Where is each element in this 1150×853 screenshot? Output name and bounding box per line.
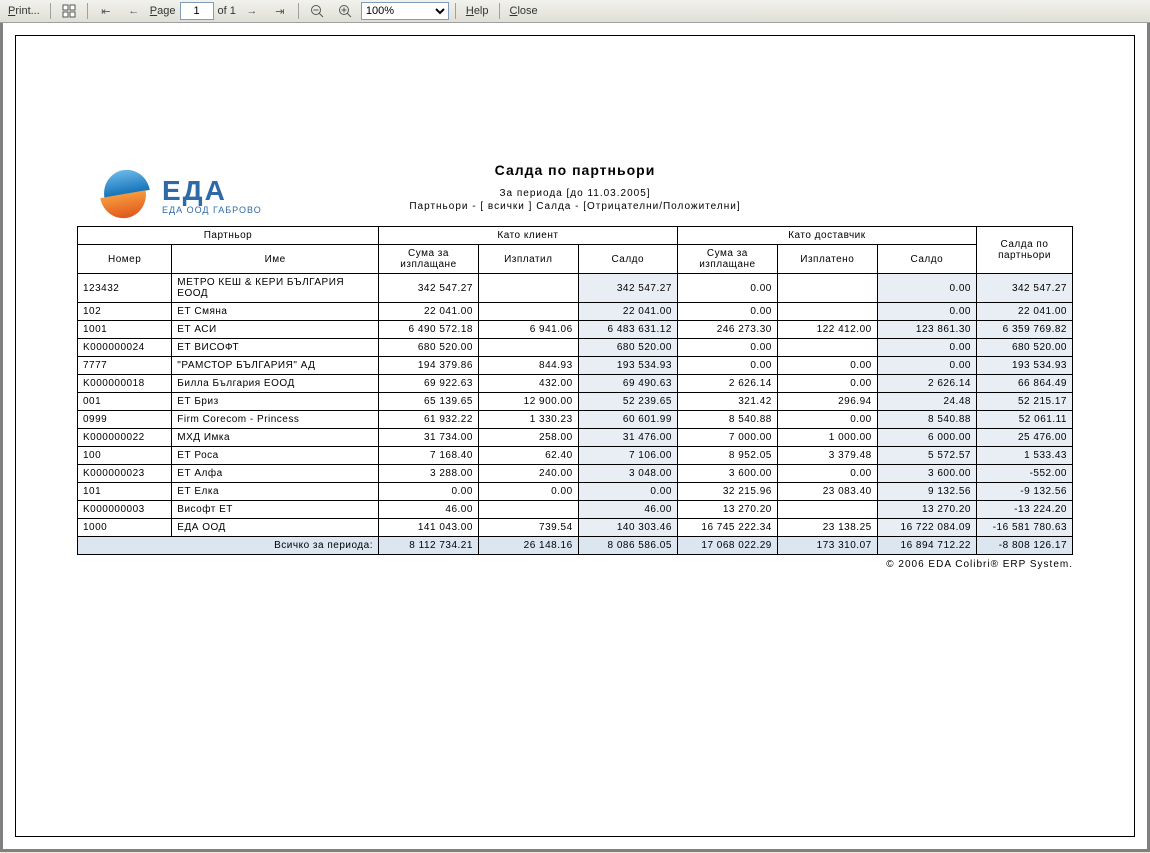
next-page-icon[interactable]: → bbox=[240, 3, 264, 19]
table-row: 100ЕТ Роса7 168.4062.407 106.008 952.053… bbox=[78, 447, 1073, 465]
logo-subtitle: ЕДА ООД ГАБРОВО bbox=[162, 205, 262, 215]
close-button[interactable]: Close bbox=[506, 5, 542, 17]
table-row: 101ЕТ Елка0.000.000.0032 215.9623 083.40… bbox=[78, 483, 1073, 501]
toolbar: Print... ⇤ ← Page of 1 → ⇥ 100% Help Clo… bbox=[0, 0, 1150, 23]
page-of-label: of 1 bbox=[218, 5, 236, 17]
table-row: 1001ЕТ АСИ6 490 572.186 941.066 483 631.… bbox=[78, 321, 1073, 339]
print-button[interactable]: Print... bbox=[4, 5, 44, 17]
table-row: 001ЕТ Бриз65 139.6512 900.0052 239.65321… bbox=[78, 393, 1073, 411]
logo: ЕДА ЕДА ООД ГАБРОВО bbox=[96, 166, 262, 226]
th-number: Номер bbox=[78, 245, 172, 274]
thumbnails-icon[interactable] bbox=[57, 3, 81, 19]
table-row: K000000003Висофт ЕТ46.0046.0013 270.2013… bbox=[78, 501, 1073, 519]
prev-page-icon[interactable]: ← bbox=[122, 3, 146, 19]
report-table: Партньор Като клиент Като доставчик Салд… bbox=[77, 226, 1073, 555]
th-name: Име bbox=[172, 245, 379, 274]
logo-icon bbox=[96, 166, 156, 226]
table-row: 0999Firm Corecom - Princess61 932.221 33… bbox=[78, 411, 1073, 429]
th-s-paid: Изплатено bbox=[777, 245, 877, 274]
th-s-bal: Салдо bbox=[877, 245, 976, 274]
last-page-icon[interactable]: ⇥ bbox=[268, 3, 292, 19]
zoom-select[interactable]: 100% bbox=[361, 2, 449, 20]
table-row: 1000ЕДА ООД141 043.00739.54140 303.4616 … bbox=[78, 519, 1073, 537]
table-row: 7777"РАМСТОР БЪЛГАРИЯ" АД194 379.86844.9… bbox=[78, 357, 1073, 375]
zoom-out-icon[interactable] bbox=[305, 3, 329, 19]
first-page-icon[interactable]: ⇤ bbox=[94, 3, 118, 19]
table-row: K000000022МХД Имка31 734.00258.0031 476.… bbox=[78, 429, 1073, 447]
page-label: Page bbox=[150, 5, 176, 17]
page-input[interactable] bbox=[180, 2, 214, 20]
preview-canvas: За отпечатване на отчета на избрания при… bbox=[0, 23, 1150, 852]
th-c-bal: Салдо bbox=[578, 245, 677, 274]
help-button[interactable]: Help bbox=[462, 5, 493, 17]
report-page: ЕДА ЕДА ООД ГАБРОВО Салда по партньори З… bbox=[15, 35, 1135, 837]
zoom-in-icon[interactable] bbox=[333, 3, 357, 19]
th-partner: Партньор bbox=[78, 227, 379, 245]
th-as-client: Като клиент bbox=[378, 227, 677, 245]
table-row: K000000018Билла България ЕООД69 922.6343… bbox=[78, 375, 1073, 393]
th-balance-partners: Салда по партньори bbox=[976, 227, 1072, 274]
table-row: 102ЕТ Смяна22 041.0022 041.000.000.0022 … bbox=[78, 303, 1073, 321]
report-footer: © 2006 EDA Colibri® ERP System. bbox=[77, 559, 1073, 570]
table-row: K000000024ЕТ ВИСОФТ680 520.00680 520.000… bbox=[78, 339, 1073, 357]
th-as-supplier: Като доставчик bbox=[677, 227, 976, 245]
table-row: 123432МЕТРО КЕШ & КЕРИ БЪЛГАРИЯ ЕООД342 … bbox=[78, 274, 1073, 303]
th-s-sum: Сума за изплащане bbox=[677, 245, 777, 274]
logo-title: ЕДА bbox=[162, 177, 227, 205]
th-c-paid: Изплатил bbox=[478, 245, 578, 274]
th-c-sum: Сума за изплащане bbox=[378, 245, 478, 274]
total-row: Всичко за периода:8 112 734.2126 148.168… bbox=[78, 537, 1073, 555]
table-row: K000000023ЕТ Алфа3 288.00240.003 048.003… bbox=[78, 465, 1073, 483]
